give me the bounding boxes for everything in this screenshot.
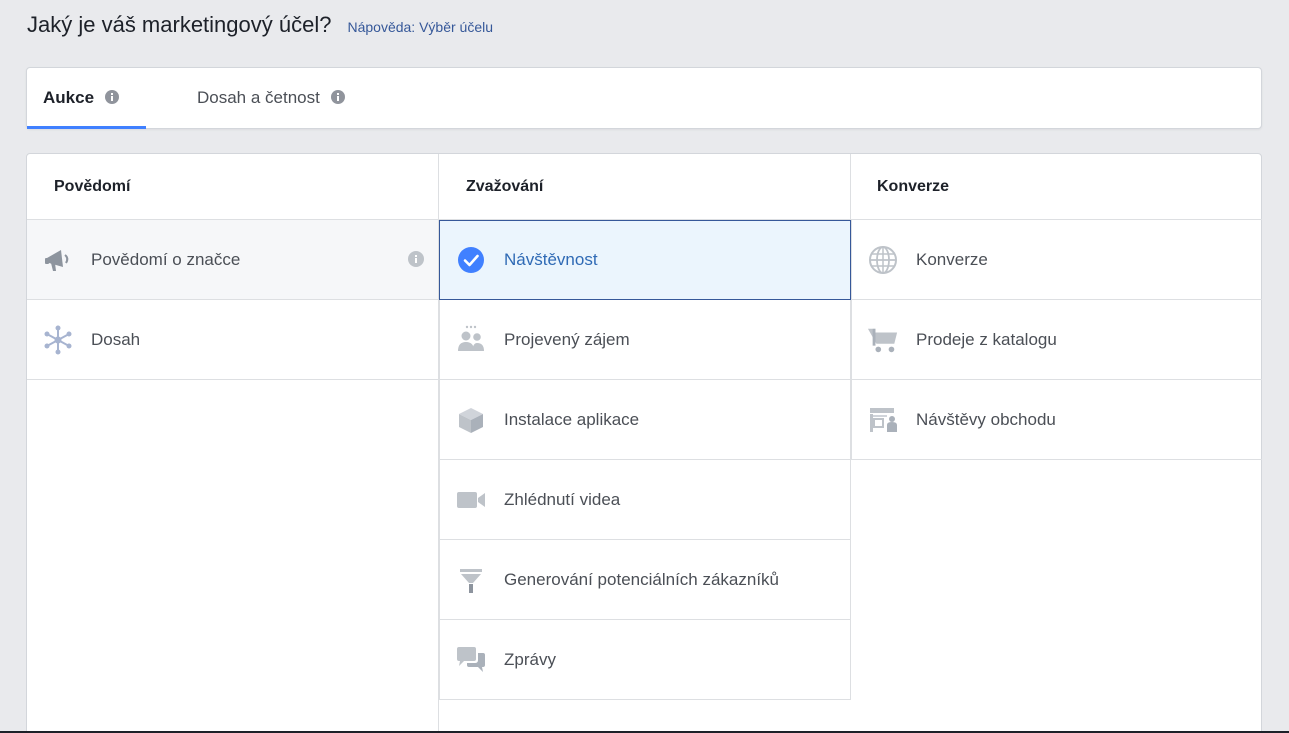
store-icon (867, 404, 899, 436)
help-link[interactable]: Nápověda: Výběr účelu (347, 19, 493, 35)
objective-label: Projevený zájem (504, 329, 630, 349)
column-heading: Povědomí (27, 154, 439, 220)
objective-video-views[interactable]: Zhlédnutí videa (439, 460, 851, 540)
column-awareness: Povědomí Povědomí o značce Dosah (27, 154, 439, 733)
column-heading: Konverze (851, 154, 1262, 220)
objective-grid: Povědomí Povědomí o značce Dosah Zvažová… (26, 153, 1262, 733)
reach-icon (42, 324, 74, 356)
funnel-icon (455, 564, 487, 596)
cart-icon (867, 324, 899, 356)
info-icon[interactable] (330, 90, 345, 104)
objective-store-visits[interactable]: Návštěvy obchodu (851, 380, 1262, 460)
column-divider (27, 380, 439, 733)
objective-label: Prodeje z katalogu (916, 329, 1057, 349)
objective-traffic[interactable]: Návštěvnost (439, 220, 851, 300)
page-title: Jaký je váš marketingový účel? (27, 12, 332, 37)
objective-label: Návštěvy obchodu (916, 409, 1056, 429)
tab-auction[interactable]: Aukce (27, 68, 146, 129)
objective-reach[interactable]: Dosah (27, 300, 439, 380)
info-icon[interactable] (105, 90, 120, 104)
active-tab-underline (27, 126, 146, 129)
tab-auction-label: Aukce (43, 88, 95, 107)
objective-messages[interactable]: Zprávy (439, 620, 851, 700)
box-icon (455, 404, 487, 436)
people-icon (455, 324, 487, 356)
objective-label: Povědomí o značce (91, 249, 241, 269)
megaphone-icon (42, 244, 74, 276)
column-consideration: Zvažování Návštěvnost Projevený zájem In… (439, 154, 851, 733)
page-header: Jaký je váš marketingový účel? Nápověda:… (27, 12, 493, 42)
objective-conversions[interactable]: Konverze (851, 220, 1262, 300)
objective-label: Instalace aplikace (504, 409, 640, 429)
objective-label: Dosah (91, 329, 141, 349)
objective-label: Zprávy (504, 649, 556, 669)
objective-label: Konverze (916, 249, 988, 269)
objective-label: Generování potenciálních zákazníků (504, 569, 780, 589)
info-icon[interactable] (408, 251, 424, 267)
tab-reach-frequency[interactable]: Dosah a četnost (197, 68, 345, 128)
objective-catalog-sales[interactable]: Prodeje z katalogu (851, 300, 1262, 380)
objective-engagement[interactable]: Projevený zájem (439, 300, 851, 380)
check-circle-icon (455, 244, 487, 276)
objective-label: Zhlédnutí videa (504, 489, 621, 509)
objective-label: Návštěvnost (504, 250, 598, 269)
video-camera-icon (455, 484, 487, 516)
column-heading: Zvažování (439, 154, 851, 220)
objective-lead-generation[interactable]: Generování potenciálních zákazníků (439, 540, 851, 620)
objective-brand-awareness[interactable]: Povědomí o značce (27, 220, 439, 300)
chat-bubbles-icon (455, 644, 487, 676)
column-conversion: Konverze Konverze Prodeje z katalogu Náv… (851, 154, 1262, 733)
globe-icon (867, 244, 899, 276)
objective-app-installs[interactable]: Instalace aplikace (439, 380, 851, 460)
tab-reach-frequency-label: Dosah a četnost (197, 88, 320, 107)
buying-type-tabs: Aukce Dosah a četnost (26, 67, 1262, 129)
